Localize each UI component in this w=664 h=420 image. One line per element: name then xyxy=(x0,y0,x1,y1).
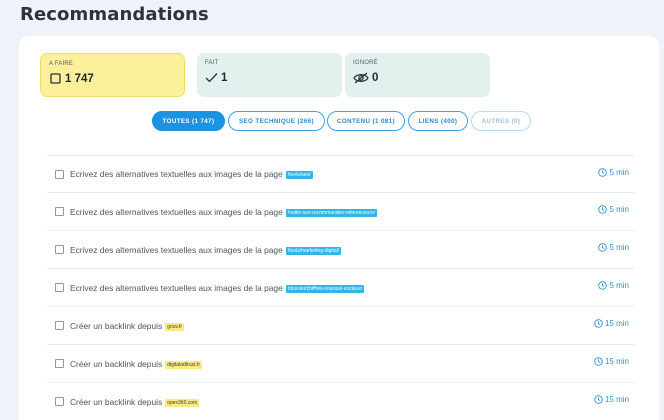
check-icon xyxy=(205,71,218,84)
task-label: Ecrivez des alternatives textuelles aux … xyxy=(70,282,283,293)
stat-label-done: FAIT xyxy=(205,60,219,66)
page-title: Recommandations xyxy=(20,4,209,25)
list-item: Ecrivez des alternatives textuelles aux … xyxy=(47,193,635,231)
clock-icon xyxy=(598,205,608,214)
recommendation-list: Ecrivez des alternatives textuelles aux … xyxy=(47,155,635,420)
tab-all[interactable]: TOUTES (1 747) xyxy=(152,111,225,131)
task-checkbox[interactable] xyxy=(55,359,64,368)
time-estimate: 15 min xyxy=(594,395,629,404)
tab-contenu[interactable]: CONTENU (1 081) xyxy=(327,111,405,131)
clock-icon xyxy=(594,319,603,328)
clock-icon xyxy=(598,168,608,177)
tab-liens[interactable]: LIENS (400) xyxy=(408,111,468,131)
stat-value-done: 1 xyxy=(221,71,228,84)
task-checkbox[interactable] xyxy=(55,169,64,179)
time-estimate: 5 min xyxy=(598,281,629,290)
task-label: Ecrivez des alternatives textuelles aux … xyxy=(70,244,283,255)
tab-autres[interactable]: AUTRES (0) xyxy=(471,111,531,131)
clock-icon xyxy=(594,395,603,404)
time-estimate-label: 15 min xyxy=(604,357,629,366)
stat-card-todo[interactable]: A FAIRE 1 747 xyxy=(40,53,185,97)
eye-off-icon xyxy=(353,71,369,84)
list-item: Créer un backlink depuis gouv.fr 15 min xyxy=(47,307,635,345)
task-label: Créer un backlink depuis xyxy=(70,396,163,407)
list-item: Ecrivez des alternatives textuelles aux … xyxy=(47,231,635,269)
task-label: Ecrivez des alternatives textuelles aux … xyxy=(70,169,283,179)
domain-tag[interactable]: gouv.fr xyxy=(165,322,185,331)
task-checkbox[interactable] xyxy=(55,321,64,330)
time-estimate: 15 min xyxy=(594,319,629,328)
time-estimate-label: 5 min xyxy=(609,168,629,177)
task-label: Ecrivez des alternatives textuelles aux … xyxy=(70,206,283,217)
task-label: Créer un backlink depuis xyxy=(70,320,163,331)
domain-tag[interactable]: opex360.com xyxy=(165,398,200,407)
time-estimate: 15 min xyxy=(594,357,629,366)
task-label: Créer un backlink depuis xyxy=(70,358,163,369)
list-item: Créer un backlink depuis digitaladtrust.f… xyxy=(47,345,635,383)
tab-seo-technique[interactable]: SEO TECHNIQUE (266) xyxy=(228,111,325,131)
clock-icon xyxy=(598,243,608,252)
stat-label-ignored: IGNORÉ xyxy=(353,60,378,66)
page-url-tag[interactable]: /tools/seo/ xyxy=(285,171,313,179)
list-item: Ecrivez des alternatives textuelles aux … xyxy=(47,155,635,193)
recommendations-panel: A FAIRE 1 747 FAIT 1 IGNORÉ 0 TOUTES (1 … xyxy=(19,36,659,420)
page-url-tag[interactable]: /tools/marketing-digital/ xyxy=(285,246,342,255)
page-url-tag[interactable]: /dossier/chiffres-reseaux-sociaux/ xyxy=(285,284,365,293)
list-item: Créer un backlink depuis opex360.com 15 m… xyxy=(47,383,635,420)
time-estimate-label: 15 min xyxy=(604,395,629,404)
stat-card-ignored[interactable]: IGNORÉ 0 xyxy=(345,53,490,97)
filter-tabs: TOUTES (1 747) SEO TECHNIQUE (266) CONTE… xyxy=(19,111,659,131)
time-estimate: 5 min xyxy=(598,243,629,252)
clock-icon xyxy=(598,281,608,290)
stat-card-done[interactable]: FAIT 1 xyxy=(197,53,342,97)
time-estimate: 5 min xyxy=(598,168,629,177)
time-estimate-label: 15 min xyxy=(604,319,629,328)
stat-value-todo: 1 747 xyxy=(65,72,94,85)
list-item: Ecrivez des alternatives textuelles aux … xyxy=(47,269,635,307)
time-estimate-label: 5 min xyxy=(609,205,629,214)
time-estimate: 5 min xyxy=(598,205,629,214)
time-estimate-label: 5 min xyxy=(609,281,629,290)
time-estimate-label: 5 min xyxy=(609,243,629,252)
page-url-tag[interactable]: /outils-seo-recommandes-referenceurs/ xyxy=(285,208,378,217)
stat-value-ignored: 0 xyxy=(372,71,379,84)
domain-tag[interactable]: digitaladtrust.fr xyxy=(165,360,202,369)
task-checkbox[interactable] xyxy=(55,283,64,292)
task-checkbox[interactable] xyxy=(55,207,64,216)
stat-label-todo: A FAIRE xyxy=(49,61,74,67)
clock-icon xyxy=(594,357,603,366)
task-checkbox[interactable] xyxy=(55,397,64,406)
task-checkbox[interactable] xyxy=(55,245,64,254)
checkbox-icon xyxy=(49,72,62,85)
